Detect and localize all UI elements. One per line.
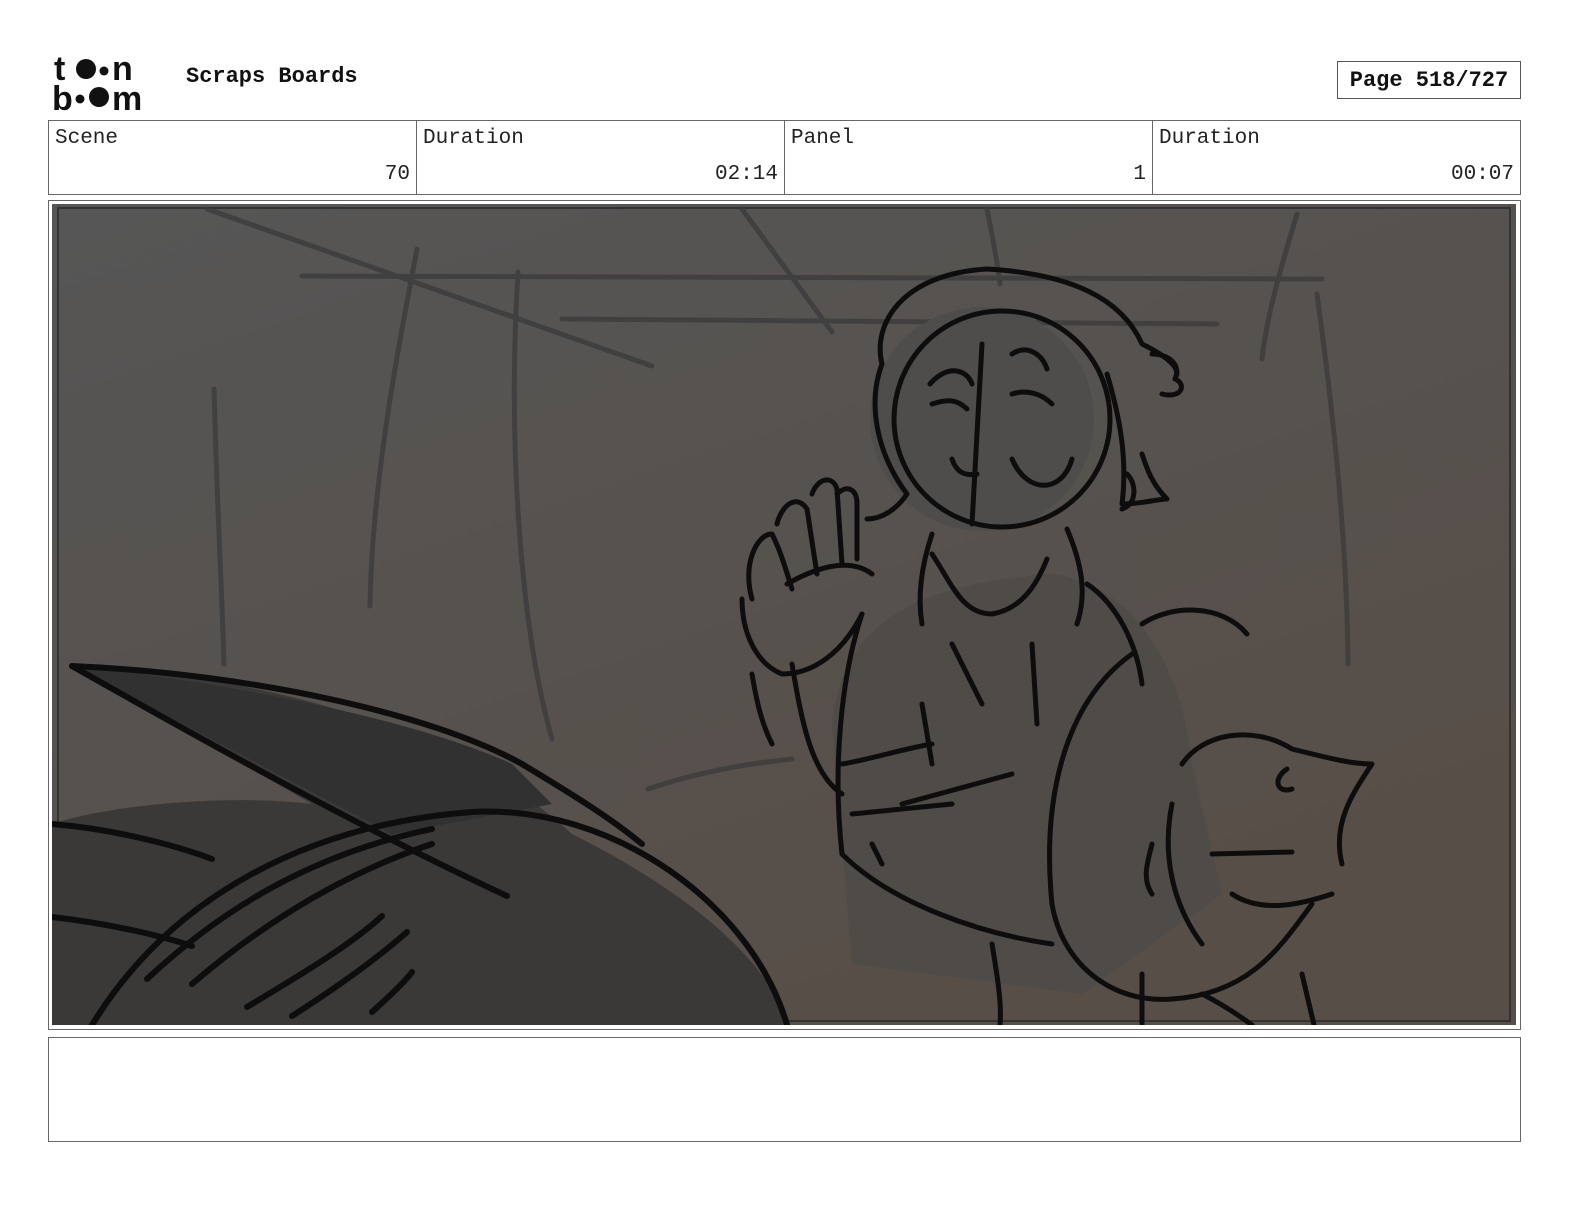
page-number: Page 518/727: [1337, 61, 1521, 99]
scene-value: 70: [384, 163, 410, 186]
panel-duration-cell: Duration 00:07: [1153, 121, 1520, 194]
storyboard-panel-frame: [48, 200, 1521, 1030]
panel-label: Panel: [791, 127, 855, 150]
svg-text:m: m: [112, 80, 142, 114]
panel-notes-box: [48, 1037, 1521, 1142]
scene-cell: Scene 70: [49, 121, 417, 194]
panel-duration-value: 00:07: [1450, 163, 1514, 186]
scene-duration-value: 02:14: [714, 163, 778, 186]
scene-duration-label: Duration: [423, 127, 524, 150]
document-title: Scraps Boards: [186, 64, 358, 89]
panel-info-row: Scene 70 Duration 02:14 Panel 1 Duration…: [48, 120, 1521, 195]
toon-boom-logo: t n b m: [52, 50, 142, 114]
scene-label: Scene: [55, 127, 119, 150]
panel-value: 1: [1133, 163, 1146, 186]
panel-cell: Panel 1: [785, 121, 1153, 194]
panel-duration-label: Duration: [1159, 127, 1260, 150]
storyboard-sketch-image: [52, 204, 1516, 1025]
logo-text-bottom: b: [52, 80, 73, 114]
scene-duration-cell: Duration 02:14: [417, 121, 785, 194]
